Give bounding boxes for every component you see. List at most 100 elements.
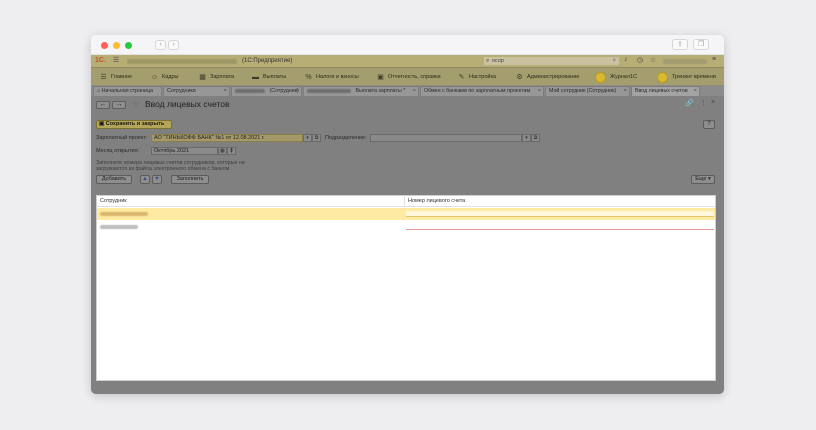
app-name: (1С:Предприятие) [242, 58, 293, 64]
menu-item-payments[interactable]: ▬ Выплаты [252, 68, 286, 86]
table-row[interactable] [97, 221, 715, 233]
menu-item-settings[interactable]: ✎ Настройка [458, 68, 497, 86]
accounts-table: Сотрудник Номер лицевого счета [96, 195, 716, 381]
star-icon[interactable]: ☆ [132, 99, 140, 110]
percent-icon: % [305, 73, 312, 81]
tab-label: Мой сотрудник (Сотрудник) [549, 88, 617, 94]
month-stepper[interactable]: ▴ ▾ [227, 147, 236, 155]
close-tab-icon[interactable]: × [694, 87, 697, 96]
share-icon[interactable]: ⇪ [672, 39, 688, 50]
app-window: ‹ › ⇪ ❐ 1С. ☰ (1С:Предприятие) ⌕ осор × … [91, 35, 724, 394]
more-button[interactable]: Еще ▾ [691, 175, 715, 184]
open-tabs: ⌂ Начальная страница Сотрудники × (Сотру… [91, 85, 724, 96]
people-icon: ☺ [151, 73, 159, 81]
menu-item-label: Журнал1С [610, 74, 638, 80]
main-menu: ☰ Главное ☺ Кадры ▦ Зарплата ▬ Выплаты %… [91, 67, 724, 85]
hint-text: Заполните номера лицевых счетов сотрудни… [96, 160, 245, 172]
back-arrow-icon[interactable]: ← [96, 101, 110, 109]
menu-item-label: Налоги и взносы [316, 74, 359, 80]
journal-icon [595, 71, 606, 83]
redacted-user [663, 59, 707, 64]
tab-label: Сотрудники [167, 88, 196, 94]
tab-accounts-entry[interactable]: Ввод лицевых счетов × [631, 86, 700, 96]
move-up-button[interactable]: ▲ [140, 175, 150, 184]
close-tab-icon[interactable]: × [296, 87, 299, 96]
month-label: Месяц открытия: [96, 148, 140, 154]
close-tab-icon[interactable]: × [413, 87, 416, 96]
menu-item-label: Отчетность, справки [388, 74, 441, 80]
column-employee[interactable]: Сотрудник [97, 196, 404, 207]
history-icon[interactable]: ◷ [637, 56, 643, 64]
app-area: 1С. ☰ (1С:Предприятие) ⌕ осор × ♪ ◷ ☆ ≡ … [91, 55, 724, 394]
redacted-employee-name [100, 225, 138, 229]
search-value: осор [492, 58, 504, 64]
forward-arrow-icon[interactable]: → [112, 101, 126, 109]
calendar-icon[interactable]: ▦ [218, 147, 227, 155]
settings-menu-icon[interactable]: ≡ [712, 56, 716, 63]
dropdown-icon[interactable]: ▾ [303, 134, 312, 142]
salary-project-label: Зарплатный проект: [96, 135, 148, 141]
menu-item-hr[interactable]: ☺ Кадры [151, 68, 178, 86]
month-field[interactable]: Октябрь 2021 [151, 147, 218, 155]
menu-item-training[interactable]: Тренинг времени [657, 68, 716, 86]
redacted-name [235, 88, 265, 93]
tab-employees[interactable]: Сотрудники × [163, 86, 230, 96]
open-link-icon[interactable]: ⧉ [531, 134, 540, 142]
star-icon[interactable]: ☆ [650, 56, 656, 64]
gear-icon: ⚙ [516, 73, 523, 81]
menu-item-label: Выплаты [263, 74, 287, 80]
move-down-button[interactable]: ▼ [152, 175, 162, 184]
tab-bank-exchange[interactable]: Обмен с банками по зарплатным проектам × [420, 86, 544, 96]
more-vertical-icon[interactable]: ⋮ [700, 99, 707, 107]
close-window-button[interactable] [101, 42, 108, 49]
logo: 1С. [95, 57, 106, 64]
close-tab-icon[interactable]: × [624, 87, 627, 96]
column-account-number[interactable]: Номер лицевого счета [404, 196, 715, 207]
menu-item-admin[interactable]: ⚙ Администрирование [516, 68, 579, 86]
save-and-close-label: Сохранить и закрыть [105, 121, 165, 127]
forward-icon[interactable]: › [168, 40, 179, 50]
report-icon: ▣ [377, 73, 384, 81]
add-button[interactable]: Добавить [96, 175, 132, 184]
wallet-icon: ▬ [252, 73, 259, 81]
redacted-title [127, 59, 237, 64]
tabs-overview-icon[interactable]: ❐ [693, 39, 709, 50]
menu-item-taxes[interactable]: % Налоги и взносы [305, 68, 359, 86]
menu-item-label: Тренинг времени [672, 74, 716, 80]
wrench-icon: ✎ [458, 73, 465, 81]
minimize-window-button[interactable] [113, 42, 120, 49]
dropdown-icon[interactable]: ▾ [522, 134, 531, 142]
menu-item-salary[interactable]: ▦ Зарплата [199, 68, 234, 86]
save-icon: ▣ [99, 121, 106, 127]
help-button[interactable]: ? [703, 120, 715, 129]
link-icon[interactable]: 🔗 [685, 99, 694, 107]
menu-item-reports[interactable]: ▣ Отчетность, справки [377, 68, 441, 86]
tab-label: Начальная страница [101, 88, 153, 94]
salary-project-field[interactable]: АО "ТИНЬКОФФ БАНК" №1 от 12.08.2021 г. [151, 134, 303, 142]
account-number-input[interactable] [406, 211, 714, 217]
close-tab-icon[interactable]: × [224, 87, 227, 96]
list-icon: ☰ [100, 73, 107, 81]
menu-icon[interactable]: ☰ [113, 56, 119, 64]
menu-item-main[interactable]: ☰ Главное [100, 68, 132, 86]
account-number-input[interactable] [406, 224, 714, 230]
tab-employee-card[interactable]: (Сотрудник) × [231, 86, 302, 96]
search-input[interactable]: ⌕ осор × [484, 57, 619, 65]
tab-salary-payment[interactable]: Выплата зарплаты * × [303, 86, 419, 96]
zoom-window-button[interactable] [125, 42, 132, 49]
close-form-icon[interactable]: × [711, 99, 715, 106]
subdivision-field[interactable] [370, 134, 522, 142]
fill-button[interactable]: Заполнить [171, 175, 209, 184]
save-and-close-button[interactable]: ▣ Сохранить и закрыть [96, 120, 172, 129]
close-tab-icon[interactable]: × [538, 87, 541, 96]
tab-home[interactable]: ⌂ Начальная страница [93, 86, 162, 96]
table-row[interactable] [97, 208, 715, 220]
redacted-employee-name [100, 212, 148, 216]
clear-search-icon[interactable]: × [612, 57, 616, 65]
subdivision-label: Подразделение: [325, 135, 367, 141]
back-icon[interactable]: ‹ [155, 40, 166, 50]
tab-my-employee[interactable]: Мой сотрудник (Сотрудник) × [545, 86, 630, 96]
bell-icon[interactable]: ♪ [624, 56, 628, 63]
open-link-icon[interactable]: ⧉ [312, 134, 321, 142]
menu-item-journal[interactable]: Журнал1С [595, 68, 637, 86]
